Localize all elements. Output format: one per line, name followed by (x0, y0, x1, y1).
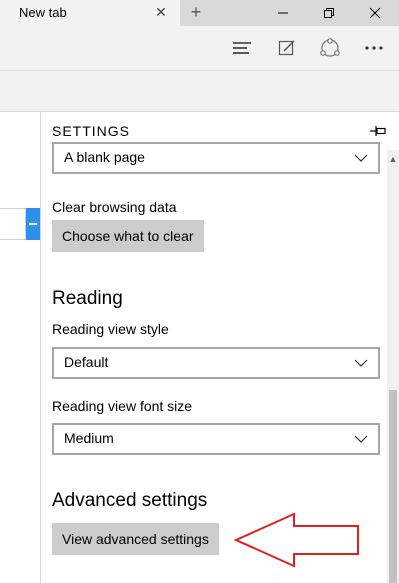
minimize-icon[interactable] (260, 0, 306, 26)
pin-icon[interactable] (369, 124, 387, 138)
view-advanced-settings-button[interactable]: View advanced settings (52, 523, 219, 555)
clear-browsing-data-label: Clear browsing data (52, 199, 177, 215)
toolbar (0, 26, 399, 70)
reading-view-style-dropdown[interactable]: Default (52, 347, 380, 379)
dropdown-value: Default (64, 354, 109, 370)
tab-title: New tab (19, 5, 67, 20)
tab-new-tab[interactable]: New tab ✕ (0, 0, 180, 26)
search-button[interactable] (26, 208, 40, 240)
settings-title: SETTINGS (52, 123, 131, 139)
chevron-down-icon (354, 359, 368, 367)
more-icon[interactable] (362, 36, 386, 60)
reading-view-font-size-label: Reading view font size (52, 398, 193, 414)
scroll-thumb[interactable] (389, 390, 397, 583)
chevron-down-icon (354, 435, 368, 443)
page-content (0, 112, 40, 583)
reading-view-font-size-dropdown[interactable]: Medium (52, 423, 380, 455)
reading-heading: Reading (52, 288, 123, 309)
chevron-down-icon (354, 154, 368, 162)
annotation-arrow-icon (234, 512, 359, 568)
open-with-dropdown[interactable]: A blank page (52, 142, 380, 174)
plus-icon[interactable]: + (183, 0, 209, 24)
scroll-up-icon[interactable]: ▲ (387, 154, 399, 164)
close-icon[interactable]: ✕ (152, 2, 170, 22)
scrollbar[interactable]: ▲ (387, 150, 399, 583)
dropdown-value: A blank page (64, 149, 145, 165)
web-note-icon[interactable] (275, 36, 299, 60)
arrow-icon (29, 223, 37, 225)
maximize-icon[interactable] (306, 0, 352, 26)
advanced-settings-heading: Advanced settings (52, 490, 208, 511)
tab-strip: New tab ✕ + (0, 0, 399, 26)
favorites-bar (0, 71, 399, 112)
choose-what-to-clear-button[interactable]: Choose what to clear (52, 220, 204, 252)
search-input[interactable] (0, 208, 26, 240)
hub-icon[interactable] (230, 36, 254, 60)
close-icon[interactable] (352, 0, 398, 26)
reading-view-style-label: Reading view style (52, 321, 169, 337)
dropdown-value: Medium (64, 430, 114, 446)
share-icon[interactable] (318, 36, 342, 60)
